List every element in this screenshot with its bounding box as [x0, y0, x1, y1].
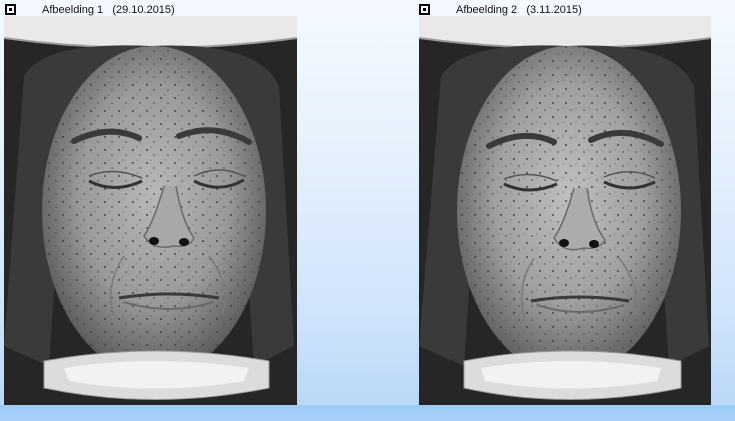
image-panel-2: Afbeelding 2 (3.11.2015) — [414, 0, 735, 406]
face-photo-2[interactable] — [419, 16, 711, 406]
image-panel-1: Afbeelding 1 (29.10.2015) — [0, 0, 398, 406]
face-photo-1[interactable] — [4, 16, 297, 406]
window-maximize-icon[interactable] — [419, 4, 430, 15]
image-comparison-window: Afbeelding 1 (29.10.2015) Afbeelding 2 (… — [0, 0, 735, 421]
bottom-strip — [0, 405, 735, 421]
window-maximize-icon[interactable] — [5, 4, 16, 15]
